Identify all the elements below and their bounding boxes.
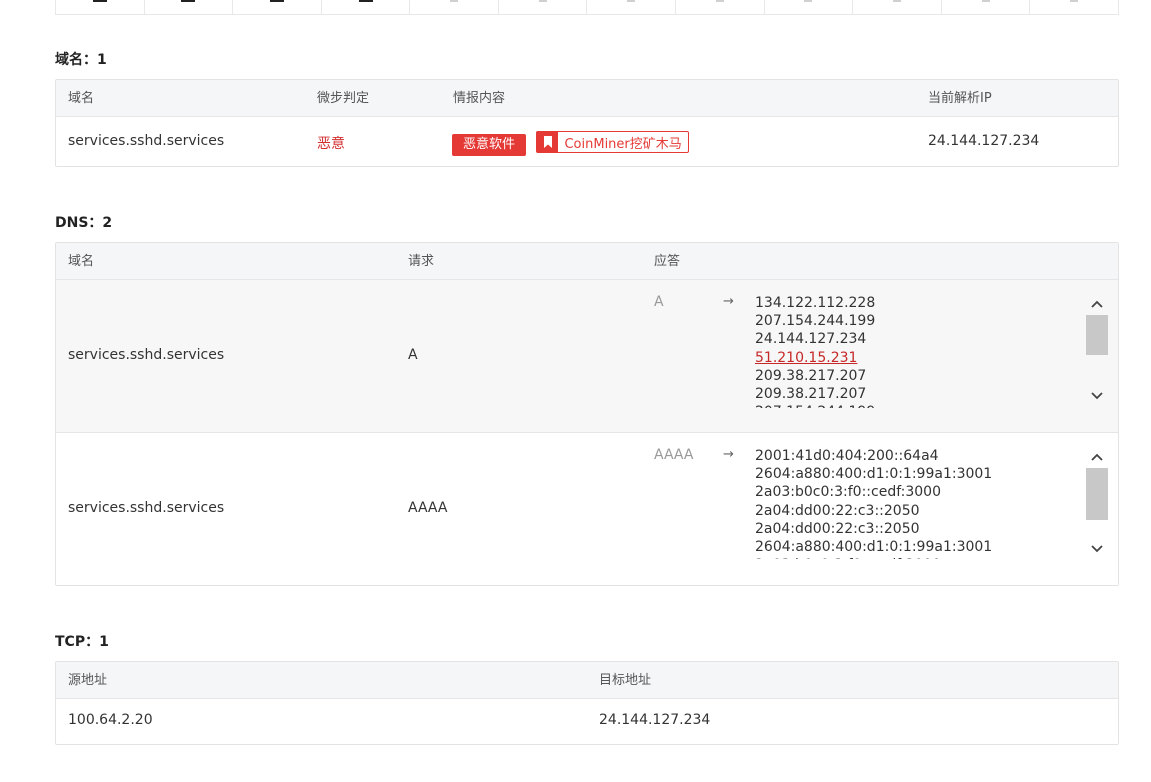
scroll-track[interactable] (1086, 468, 1108, 538)
domain-table: 域名 微步判定 情报内容 当前解析IP services.sshd.servic… (55, 79, 1119, 167)
answer-ip: 2604:a880:400:d1:0:1:99a1:3001 (755, 539, 993, 556)
chevron-up-icon[interactable] (1086, 293, 1108, 315)
scroll-track[interactable] (1086, 315, 1108, 385)
header-destination: 目标地址 (599, 673, 652, 688)
answer-ip: 2a04:dd00:22:c3::2050 (755, 502, 920, 519)
domain-table-header: 域名 微步判定 情报内容 当前解析IP (56, 80, 1118, 117)
answer-ip[interactable]: 51.210.15.231 (755, 349, 1075, 367)
answer-type: AAAA (654, 447, 694, 463)
answer-ip: 2a04:dd00:22:c3::2050 (755, 520, 920, 537)
answer-ip: 207.154.244.199 (755, 403, 1075, 408)
answer-ip: 2a03:b0c0:3:f0::cedf:3000 (755, 484, 941, 501)
destination-address: 24.144.127.234 (599, 712, 711, 728)
header-current-ip: 当前解析IP (928, 91, 992, 106)
intel-tags: 恶意软件 CoinMiner挖矿木马 (452, 131, 689, 156)
bookmark-icon (537, 132, 559, 152)
table-row: 100.64.2.20 24.144.127.234 (56, 699, 1118, 744)
dns-request: AAAA (408, 500, 448, 516)
dns-table-header: 域名 请求 应答 (56, 243, 1118, 280)
answer-list[interactable]: 134.122.112.228 207.154.244.199 24.144.127… (755, 294, 1075, 408)
answer-ip: 209.38.217.207 (755, 367, 867, 384)
domain-section-title: 域名：1 (55, 52, 107, 68)
chevron-up-icon[interactable] (1086, 446, 1108, 468)
tcp-table: 源地址 目标地址 100.64.2.20 24.144.127.234 (55, 661, 1119, 745)
chevron-down-icon[interactable] (1086, 385, 1108, 407)
strip-cell (676, 0, 765, 14)
header-verdict: 微步判定 (317, 91, 370, 106)
dns-table: 域名 请求 应答 services.sshd.services A A → 13… (55, 242, 1119, 586)
answer-type: A (654, 294, 664, 310)
coinminer-tag-label: CoinMiner挖矿木马 (564, 136, 682, 152)
answer-ip: 2001:41d0:404:200::64a4 (755, 448, 939, 464)
answer-ip: 24.144.127.234 (755, 331, 867, 348)
previous-table-bottom (55, 0, 1119, 15)
arrow-right-icon: → (723, 294, 734, 309)
strip-cell (1030, 0, 1118, 14)
answer-ip: 207.154.244.199 (755, 313, 876, 330)
strip-cell (499, 0, 588, 14)
chevron-down-icon[interactable] (1086, 538, 1108, 560)
header-source: 源地址 (68, 673, 108, 688)
header-domain: 域名 (68, 254, 95, 269)
strip-cell (145, 0, 234, 14)
answer-ip: 2a03:b0c0:3:f0::cedf:3000 (755, 556, 1075, 559)
dns-section-title: DNS：2 (55, 215, 113, 231)
strip-cell (410, 0, 499, 14)
scroll-thumb[interactable] (1086, 468, 1108, 520)
dns-domain: services.sshd.services (68, 347, 225, 363)
header-response: 应答 (654, 254, 681, 269)
scroll-thumb[interactable] (1086, 315, 1108, 355)
dns-domain: services.sshd.services (68, 500, 225, 516)
arrow-right-icon: → (723, 447, 734, 462)
header-domain: 域名 (68, 91, 95, 106)
resolved-ip: 24.144.127.234 (928, 133, 1040, 149)
strip-cell (56, 0, 145, 14)
malware-tag[interactable]: 恶意软件 (452, 134, 527, 156)
strip-cell (587, 0, 677, 14)
tcp-table-header: 源地址 目标地址 (56, 662, 1118, 699)
answer-scrollbar[interactable] (1086, 293, 1108, 407)
coinminer-tag[interactable]: CoinMiner挖矿木马 (536, 131, 689, 153)
answer-ip: 209.38.217.207 (755, 386, 867, 403)
answer-ip: 2604:a880:400:d1:0:1:99a1:3001 (755, 466, 993, 483)
answer-scrollbar[interactable] (1086, 446, 1108, 560)
strip-cell (853, 0, 942, 14)
dns-request: A (408, 347, 418, 363)
strip-cell (322, 0, 411, 14)
tcp-section-title: TCP：1 (55, 634, 109, 650)
strip-cell (942, 0, 1031, 14)
domain-name: services.sshd.services (68, 133, 225, 149)
table-row: services.sshd.services 恶意 恶意软件 CoinMiner… (56, 117, 1118, 166)
strip-cell (233, 0, 322, 14)
header-intel: 情报内容 (453, 91, 506, 106)
source-address: 100.64.2.20 (68, 712, 153, 728)
answer-list[interactable]: 2001:41d0:404:200::64a42604:a880:400:d1:… (755, 447, 1075, 559)
header-request: 请求 (408, 254, 435, 269)
table-row: services.sshd.services A A → 134.122.112… (56, 280, 1118, 433)
strip-cell (765, 0, 854, 14)
table-row: services.sshd.services AAAA AAAA → 2001:… (56, 433, 1118, 585)
verdict-badge: 恶意 (317, 136, 345, 152)
answer-ip: 134.122.112.228 (755, 295, 876, 311)
